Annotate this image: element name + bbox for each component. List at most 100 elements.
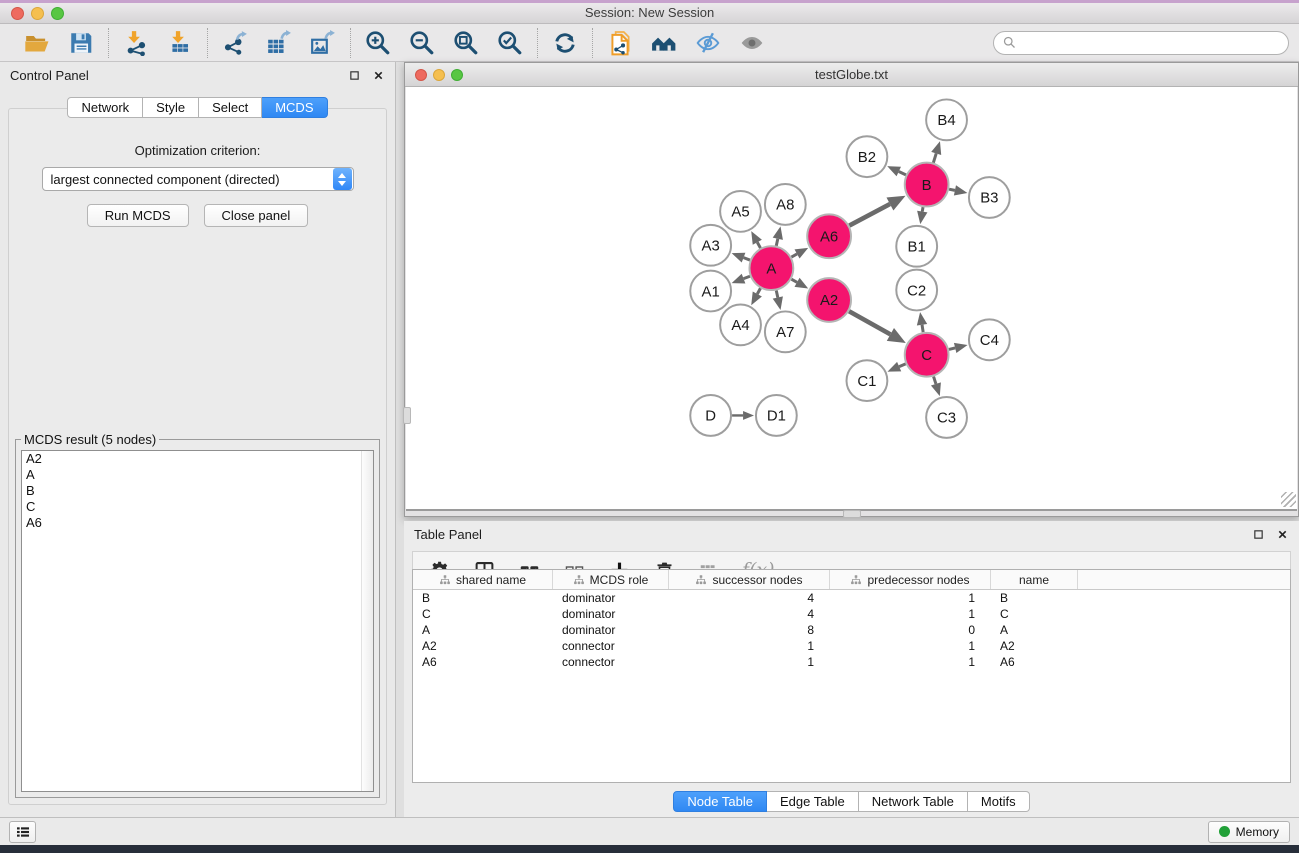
refresh-view-button[interactable]	[551, 29, 579, 57]
graph-node-C2[interactable]: C2	[896, 270, 937, 311]
table-cell[interactable]: C	[413, 606, 553, 622]
graph-node-A6[interactable]: A6	[807, 214, 851, 258]
node-table[interactable]: shared nameMCDS rolesuccessor nodesprede…	[412, 569, 1291, 783]
table-cell[interactable]: 1	[830, 654, 991, 670]
table-cell[interactable]: dominator	[553, 622, 669, 638]
graph-node-D[interactable]: D	[690, 395, 731, 436]
column-header-successor-nodes[interactable]: successor nodes	[669, 570, 830, 589]
table-cell[interactable]: B	[413, 590, 553, 606]
left-splitter-handle[interactable]	[403, 407, 411, 424]
table-cell[interactable]: B	[991, 590, 1078, 606]
run-mcds-button[interactable]: Run MCDS	[87, 204, 189, 227]
network-minimize-button[interactable]	[433, 69, 445, 81]
graph-node-B4[interactable]: B4	[926, 99, 967, 140]
graph-node-A8[interactable]: A8	[765, 184, 806, 225]
zoom-fit-button[interactable]	[452, 29, 480, 57]
graph-edge-A-A4[interactable]	[757, 288, 760, 294]
table-tab-motifs[interactable]: Motifs	[968, 791, 1030, 812]
close-panel-action-button[interactable]: Close panel	[204, 204, 309, 227]
save-session-button[interactable]	[67, 29, 95, 57]
result-scrollbar[interactable]	[361, 451, 373, 791]
graph-edge-A-A3[interactable]	[744, 258, 750, 260]
graph-edge-A-A7[interactable]	[776, 291, 778, 298]
column-header-name[interactable]: name	[991, 570, 1078, 589]
table-cell[interactable]: 1	[830, 606, 991, 622]
table-cell[interactable]: 1	[830, 638, 991, 654]
zoom-in-button[interactable]	[364, 29, 392, 57]
table-cell[interactable]: dominator	[553, 606, 669, 622]
result-item[interactable]: B	[22, 483, 373, 499]
mcds-result-list[interactable]: A2ABCA6	[21, 450, 374, 792]
zoom-selected-button[interactable]	[496, 29, 524, 57]
graph-edge-B-B1[interactable]	[922, 207, 923, 211]
graph-edge-A-A8[interactable]	[776, 239, 778, 246]
float-panel-button[interactable]	[348, 69, 361, 82]
open-session-button[interactable]	[23, 29, 51, 57]
graph-edge-B-B2[interactable]	[899, 172, 906, 175]
table-row[interactable]: Cdominator41C	[413, 606, 1290, 622]
graph-edge-A6-B[interactable]	[849, 204, 890, 226]
table-cell[interactable]: A6	[991, 654, 1078, 670]
import-network-button[interactable]	[122, 29, 150, 57]
graph-node-D1[interactable]: D1	[756, 395, 797, 436]
table-cell[interactable]: 1	[669, 638, 830, 654]
graph-node-A2[interactable]: A2	[807, 278, 851, 322]
graph-edge-B-B3[interactable]	[949, 189, 955, 190]
graph-edge-A-A1[interactable]	[744, 276, 750, 278]
tab-select[interactable]: Select	[199, 97, 262, 118]
close-window-button[interactable]	[11, 7, 24, 20]
graph-edge-A2-C[interactable]	[849, 311, 890, 334]
graph-edge-C-C1[interactable]	[899, 364, 905, 367]
column-header-shared-name[interactable]: shared name	[413, 570, 553, 589]
result-item[interactable]: C	[22, 499, 373, 515]
graph-node-C4[interactable]: C4	[969, 319, 1010, 360]
close-table-panel-button[interactable]	[1276, 528, 1289, 541]
table-cell[interactable]: 1	[669, 654, 830, 670]
graph-node-A1[interactable]: A1	[690, 271, 731, 312]
table-cell[interactable]: A2	[413, 638, 553, 654]
table-cell[interactable]: C	[991, 606, 1078, 622]
graph-edge-C-C3[interactable]	[934, 377, 936, 384]
table-cell[interactable]: 1	[830, 590, 991, 606]
graph-edge-A-A5[interactable]	[757, 242, 760, 248]
graph-node-A[interactable]: A	[749, 246, 793, 290]
graph-edge-C-C2[interactable]	[922, 325, 923, 332]
tab-network[interactable]: Network	[67, 97, 143, 118]
graph-edge-B-B4[interactable]	[933, 153, 936, 162]
graph-node-B[interactable]: B	[905, 163, 949, 207]
graph-node-C3[interactable]: C3	[926, 397, 967, 438]
main-titlebar[interactable]: Session: New Session	[0, 3, 1299, 24]
tab-mcds[interactable]: MCDS	[262, 97, 327, 118]
resize-grip-icon[interactable]	[1281, 492, 1296, 507]
graph-node-B3[interactable]: B3	[969, 177, 1010, 218]
result-item[interactable]: A2	[22, 451, 373, 467]
network-maximize-button[interactable]	[451, 69, 463, 81]
search-box[interactable]	[993, 31, 1289, 55]
graph-node-C[interactable]: C	[905, 333, 949, 377]
table-row[interactable]: Bdominator41B	[413, 590, 1290, 606]
column-header-predecessor-nodes[interactable]: predecessor nodes	[830, 570, 991, 589]
graph-node-B1[interactable]: B1	[896, 226, 937, 267]
table-cell[interactable]: A2	[991, 638, 1078, 654]
table-row[interactable]: A6connector11A6	[413, 654, 1290, 670]
export-network-button[interactable]	[221, 29, 249, 57]
maximize-window-button[interactable]	[51, 7, 64, 20]
graph-node-C1[interactable]: C1	[847, 360, 888, 401]
graph-node-A5[interactable]: A5	[720, 191, 761, 232]
minimize-window-button[interactable]	[31, 7, 44, 20]
table-cell[interactable]: 8	[669, 622, 830, 638]
table-cell[interactable]: A	[413, 622, 553, 638]
table-cell[interactable]: connector	[553, 654, 669, 670]
table-row[interactable]: A2connector11A2	[413, 638, 1290, 654]
result-item[interactable]: A6	[22, 515, 373, 531]
graph-node-B2[interactable]: B2	[847, 136, 888, 177]
table-cell[interactable]: 4	[669, 606, 830, 622]
network-close-button[interactable]	[415, 69, 427, 81]
export-table-button[interactable]	[265, 29, 293, 57]
tab-style[interactable]: Style	[143, 97, 199, 118]
graph-node-A7[interactable]: A7	[765, 311, 806, 352]
criterion-dropdown[interactable]: largest connected component (directed)	[42, 167, 354, 191]
graph-node-A3[interactable]: A3	[690, 225, 731, 266]
table-cell[interactable]: connector	[553, 638, 669, 654]
graph-edge-A-A6[interactable]	[791, 254, 797, 257]
